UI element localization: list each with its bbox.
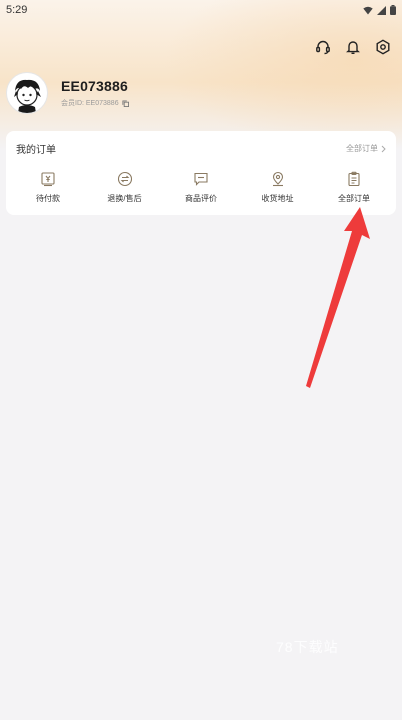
orders-card-header: 我的订单 全部订单 [6,131,396,156]
order-item-address[interactable]: 收货地址 [248,170,308,204]
location-icon [269,170,287,188]
order-item-label: 商品评价 [185,194,217,203]
order-item-pending-payment[interactable]: 待付款 [18,170,78,204]
avatar[interactable] [6,72,48,114]
status-time: 5:29 [6,4,28,16]
watermark-text: 78下载站 [276,639,339,655]
member-id-text: 会员ID: EE073886 [61,100,119,107]
payment-icon [39,170,57,188]
signal-icon [377,5,386,15]
headset-icon [316,40,330,55]
refund-icon [116,170,134,188]
order-list-icon [345,170,363,188]
order-shortcuts: 待付款 退换/售后 商品评价 收货地址 全部订单 [6,170,396,204]
chevron-right-icon [381,145,386,152]
member-id-row: 会员ID: EE073886 [61,98,129,108]
order-item-label: 待付款 [36,194,60,203]
order-item-label: 收货地址 [261,194,294,203]
wifi-icon [363,6,373,14]
order-item-review[interactable]: 商品评价 [171,170,231,204]
review-icon [192,170,210,188]
order-item-all-orders[interactable]: 全部订单 [324,170,384,204]
view-all-label: 全部订单 [346,144,378,153]
orders-title: 我的订单 [16,145,56,156]
order-item-label: 全部订单 [338,194,370,203]
avatar-cartoon-icon [14,79,41,113]
status-bar: 5:29 [0,0,402,20]
notification-button[interactable] [344,38,362,56]
settings-hexagon-icon [376,39,390,55]
status-icons [363,5,396,15]
my-orders-card: 我的订单 全部订单 待付款 退换/售后 商品评价 收货地址 全部订单 [6,131,396,215]
profile-text: EE073886 会员ID: EE073886 [61,78,129,108]
settings-button[interactable] [374,38,392,56]
top-actions [314,38,392,56]
order-item-refund[interactable]: 退换/售后 [95,170,155,204]
bell-icon [346,41,360,54]
username: EE073886 [61,78,128,94]
red-arrow-annotation [306,207,370,388]
profile-section[interactable]: EE073886 会员ID: EE073886 [6,72,129,114]
view-all-orders-link[interactable]: 全部订单 [346,143,386,154]
copy-icon[interactable] [122,99,129,107]
customer-service-button[interactable] [314,38,332,56]
battery-icon [390,5,396,15]
order-item-label: 退换/售后 [107,194,142,203]
